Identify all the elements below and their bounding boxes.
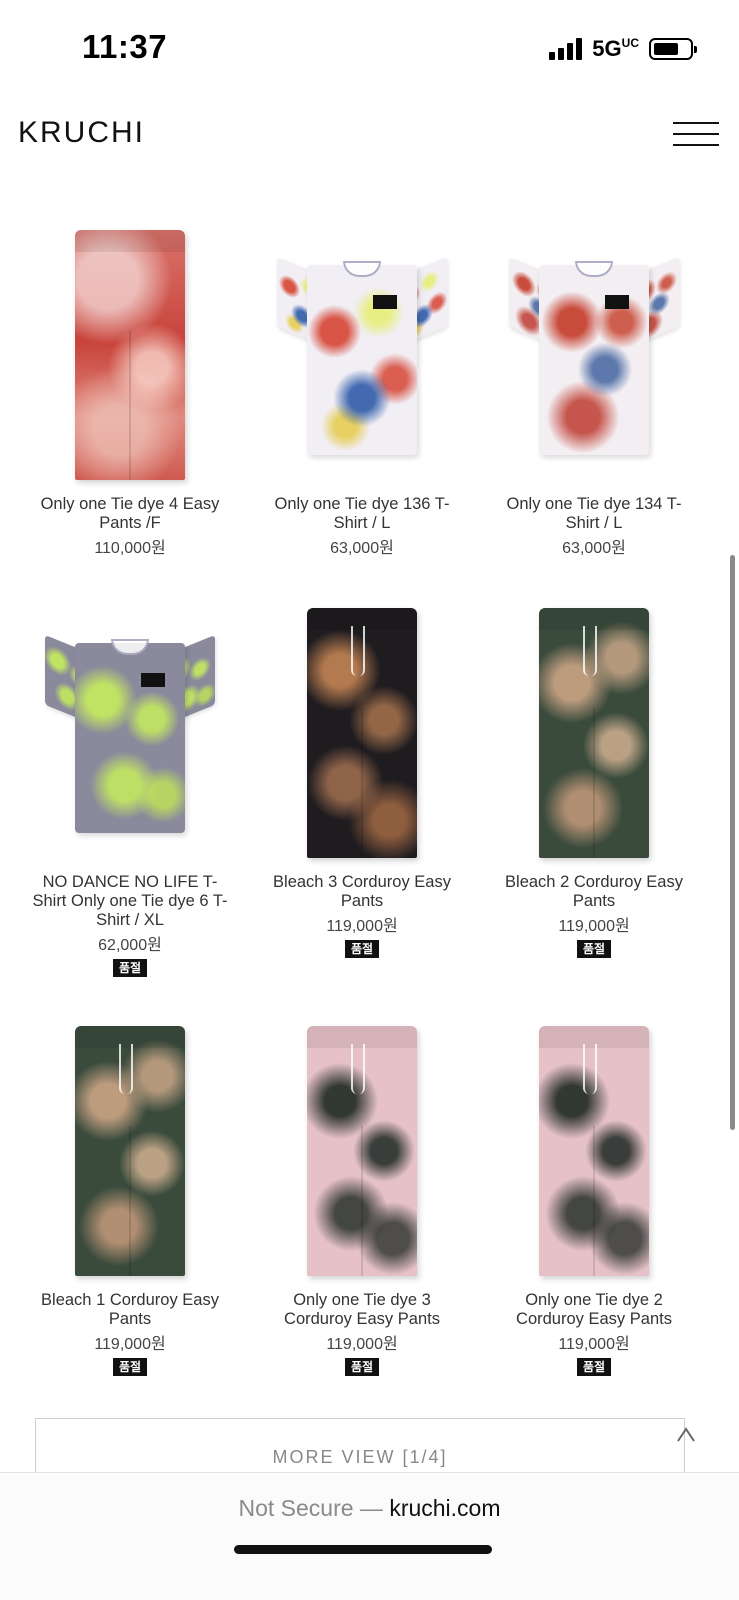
- product-image[interactable]: [12, 1016, 248, 1286]
- product-name[interactable]: NO DANCE NO LIFE T-Shirt Only one Tie dy…: [12, 873, 248, 930]
- soldout-badge: 품절: [576, 1358, 612, 1376]
- product-price: 119,000원: [326, 918, 398, 935]
- battery-icon: [649, 38, 697, 60]
- product-price: 119,000원: [326, 1336, 398, 1353]
- site-logo[interactable]: KRUCHI: [18, 116, 145, 150]
- product-card[interactable]: Only one Tie dye 136 T-Shirt / L 63,000원: [244, 220, 480, 558]
- product-image[interactable]: [244, 220, 480, 490]
- status-bar: 11:37 5GUC: [0, 0, 739, 96]
- browser-address-bar[interactable]: Not Secure — kruchi.com: [0, 1472, 739, 1600]
- soldout-badge: 품절: [344, 940, 380, 958]
- product-card[interactable]: NO DANCE NO LIFE T-Shirt Only one Tie dy…: [12, 598, 248, 977]
- product-image[interactable]: [12, 598, 248, 868]
- soldout-badge: 품절: [344, 1358, 380, 1376]
- scroll-top-icon[interactable]: [675, 1424, 697, 1446]
- url-line[interactable]: Not Secure — kruchi.com: [0, 1495, 739, 1522]
- product-price: 110,000원: [94, 540, 166, 557]
- product-card[interactable]: Only one Tie dye 4 Easy Pants /F 110,000원: [12, 220, 248, 558]
- product-name[interactable]: Only one Tie dye 2 Corduroy Easy Pants: [476, 1291, 712, 1329]
- hamburger-menu-icon[interactable]: [673, 122, 719, 148]
- pants-image: [307, 1026, 417, 1276]
- tshirt-image: [45, 633, 215, 833]
- product-card[interactable]: Only one Tie dye 134 T-Shirt / L 63,000원: [476, 220, 712, 558]
- soldout-badge: 품절: [112, 959, 148, 977]
- network-label: 5GUC: [592, 36, 639, 61]
- more-view-label: MORE VIEW [1/4]: [272, 1447, 448, 1467]
- product-card[interactable]: Bleach 1 Corduroy Easy Pants 119,000원품절: [12, 1016, 248, 1376]
- site-header: KRUCHI: [0, 100, 739, 170]
- tshirt-image: [509, 255, 679, 455]
- product-name[interactable]: Only one Tie dye 136 T-Shirt / L: [244, 495, 480, 533]
- tshirt-image: [277, 255, 447, 455]
- product-image[interactable]: [476, 1016, 712, 1286]
- product-card[interactable]: Bleach 2 Corduroy Easy Pants 119,000원품절: [476, 598, 712, 958]
- status-icons: 5GUC: [549, 36, 697, 62]
- product-image[interactable]: [244, 598, 480, 868]
- product-image[interactable]: [476, 598, 712, 868]
- pants-image: [539, 608, 649, 858]
- product-image[interactable]: [12, 220, 248, 490]
- home-indicator[interactable]: [234, 1545, 492, 1554]
- product-name[interactable]: Bleach 3 Corduroy Easy Pants: [244, 873, 480, 911]
- pants-image: [539, 1026, 649, 1276]
- product-price: 119,000원: [94, 1336, 166, 1353]
- product-price: 63,000원: [330, 540, 394, 557]
- url-domain: kruchi.com: [389, 1495, 501, 1521]
- product-image[interactable]: [244, 1016, 480, 1286]
- product-price: 63,000원: [562, 540, 626, 557]
- soldout-badge: 품절: [112, 1358, 148, 1376]
- security-label: Not Secure —: [238, 1495, 383, 1521]
- signal-icon: [549, 38, 583, 60]
- product-price: 119,000원: [558, 918, 630, 935]
- product-name[interactable]: Only one Tie dye 4 Easy Pants /F: [12, 495, 248, 533]
- product-card[interactable]: Only one Tie dye 3 Corduroy Easy Pants 11…: [244, 1016, 480, 1376]
- pants-image: [75, 1026, 185, 1276]
- pants-image: [75, 230, 185, 480]
- product-name[interactable]: Only one Tie dye 3 Corduroy Easy Pants: [244, 1291, 480, 1329]
- product-price: 62,000원: [98, 937, 162, 954]
- page: 11:37 5GUC KRUCHI Only one Tie dye 4 Eas…: [0, 0, 739, 1600]
- product-name[interactable]: Bleach 2 Corduroy Easy Pants: [476, 873, 712, 911]
- product-card[interactable]: Only one Tie dye 2 Corduroy Easy Pants 11…: [476, 1016, 712, 1376]
- product-image[interactable]: [476, 220, 712, 490]
- product-card[interactable]: Bleach 3 Corduroy Easy Pants 119,000원품절: [244, 598, 480, 958]
- pants-image: [307, 608, 417, 858]
- status-time: 11:37: [82, 28, 168, 65]
- product-name[interactable]: Only one Tie dye 134 T-Shirt / L: [476, 495, 712, 533]
- soldout-badge: 품절: [576, 940, 612, 958]
- product-price: 119,000원: [558, 1336, 630, 1353]
- scrollbar-thumb[interactable]: [730, 555, 735, 1130]
- product-name[interactable]: Bleach 1 Corduroy Easy Pants: [12, 1291, 248, 1329]
